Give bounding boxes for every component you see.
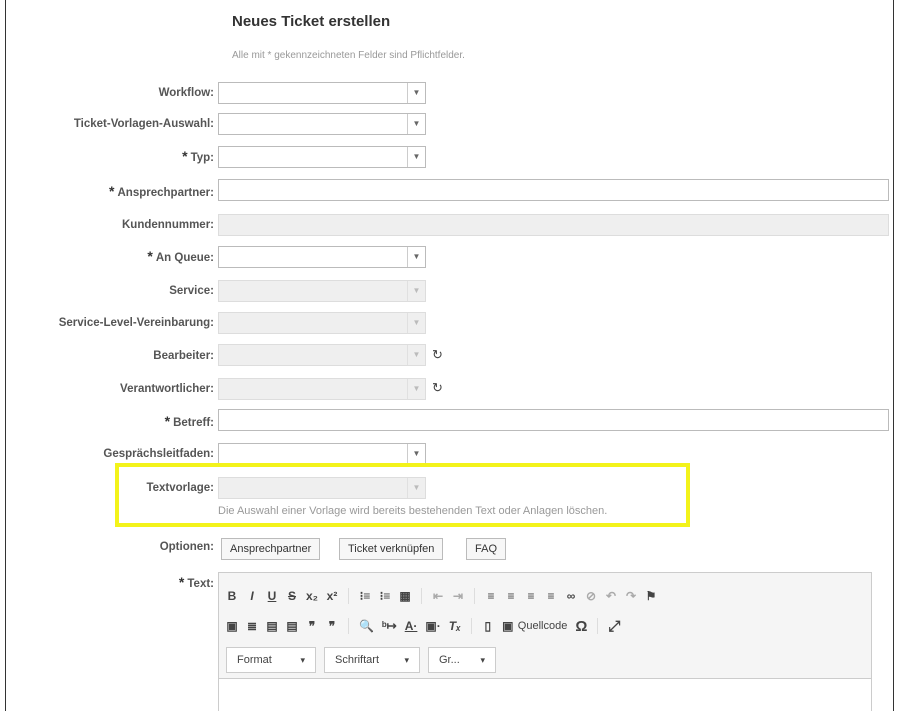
align-right-icon[interactable]: ≡ (525, 589, 537, 603)
guide-select[interactable]: ▼ (218, 443, 426, 465)
required-star: * (147, 248, 153, 264)
refresh-icon[interactable]: ↻ (432, 347, 443, 363)
bold-icon[interactable]: B (226, 589, 238, 603)
label-queue: * An Queue: (147, 248, 214, 264)
faq-button[interactable]: FAQ (466, 538, 507, 560)
label-text-template: Textvorlage: (146, 482, 214, 494)
required-hint: Alle mit * gekennzeichneten Felder sind … (232, 50, 465, 61)
chevron-down-icon: ▼ (407, 345, 425, 365)
table-icon[interactable]: ▦ (399, 589, 411, 603)
customer-number-input (218, 214, 889, 236)
blockquote-icon[interactable]: ❞ (306, 619, 318, 633)
label-workflow: Workflow: (158, 87, 214, 99)
strikethrough-icon[interactable]: S (286, 589, 298, 603)
font-dropdown[interactable]: Schriftart ▾ (324, 647, 420, 673)
text-color-icon[interactable]: A· (405, 619, 418, 633)
label-sla: Service-Level-Vereinbarung: (58, 317, 214, 329)
chevron-down-icon: ▾ (300, 655, 305, 665)
refresh-icon[interactable]: ↻ (432, 380, 443, 396)
italic-icon[interactable]: I (246, 589, 258, 603)
chevron-down-icon: ▼ (407, 83, 425, 103)
superscript-icon[interactable]: x² (326, 589, 338, 603)
text-template-select: ▼ (218, 477, 426, 499)
source-button-label[interactable]: Quellcode (518, 620, 568, 632)
redo-icon[interactable]: ↷ (625, 589, 637, 603)
subscript-icon[interactable]: x₂ (306, 589, 318, 603)
subject-input[interactable] (218, 409, 889, 431)
required-star: * (109, 183, 115, 199)
underline-icon[interactable]: U (266, 589, 278, 603)
maximize-icon[interactable]: ⤢ (608, 618, 620, 635)
image-icon[interactable]: ▣ (226, 619, 238, 633)
required-star: * (182, 148, 188, 164)
workflow-select[interactable]: ▼ (218, 82, 426, 104)
chevron-down-icon: ▼ (407, 147, 425, 167)
template-icon[interactable]: ⚑ (645, 589, 657, 603)
remove-format-icon[interactable]: Tₓ (449, 619, 461, 633)
label-customer-number: Kundennummer: (122, 219, 214, 231)
source-icon[interactable]: ▣ (502, 619, 514, 633)
align-justify-icon[interactable]: ≡ (545, 589, 557, 603)
owner-select: ▼ (218, 344, 426, 366)
chevron-down-icon: ▾ (480, 655, 485, 665)
page-title: Neues Ticket erstellen (232, 13, 391, 30)
chevron-down-icon: ▼ (407, 281, 425, 301)
label-owner: Bearbeiter: (153, 350, 214, 362)
outdent-icon[interactable]: ⇤ (432, 589, 444, 603)
responsible-select: ▼ (218, 378, 426, 400)
chevron-down-icon: ▼ (407, 114, 425, 134)
label-options: Optionen: (159, 541, 214, 553)
label-subject: * Betreff: (164, 413, 214, 429)
replace-icon[interactable]: ᵇ↦ (382, 619, 397, 633)
chevron-down-icon: ▼ (407, 313, 425, 333)
find-icon[interactable]: 🔍 (359, 619, 374, 633)
numbered-list-icon[interactable]: ⁝≡ (359, 589, 371, 603)
queue-select[interactable]: ▼ (218, 246, 426, 268)
unlink-icon[interactable]: ⊘ (585, 589, 597, 603)
background-color-icon[interactable]: ▣· (425, 619, 440, 633)
required-star: * (164, 413, 171, 429)
format-dropdown[interactable]: Format ▾ (226, 647, 316, 673)
size-dropdown[interactable]: Gr... ▾ (428, 647, 496, 673)
label-responsible: Verantwortlicher: (120, 383, 214, 395)
text-template-note: Die Auswahl einer Vorlage wird bereits b… (218, 505, 608, 517)
label-text: * Text: (178, 574, 214, 590)
label-contact: * Ansprechpartner: (109, 183, 214, 199)
label-type: * Typ: (182, 148, 214, 164)
chevron-down-icon: ▼ (407, 478, 425, 498)
label-template-select: Ticket-Vorlagen-Auswahl: (73, 118, 214, 130)
chevron-down-icon: ▼ (407, 444, 425, 464)
paste-text-icon[interactable]: ▤ (266, 619, 278, 633)
type-select[interactable]: ▼ (218, 146, 426, 168)
required-star: * (178, 574, 185, 590)
editor-toolbar-row-2: ▣ ≣ ▤ ▤ ❞ ❞ 🔍 ᵇ↦ A· ▣· Tₓ ▯ ▣ Quellcode … (226, 614, 620, 638)
editor-content-area[interactable] (219, 678, 871, 712)
contact-option-button[interactable]: Ansprechpartner (221, 538, 321, 560)
link-ticket-button[interactable]: Ticket verknüpfen (339, 538, 444, 560)
editor-toolbar-row-1: B I U S x₂ x² ⁝≡ ⁝≡ ▦ ⇤ ⇥ ≡ ≡ ≡ ≡ ∞ ⊘ ↶ … (226, 584, 657, 608)
remove-quote-icon[interactable]: ❞ (326, 619, 338, 633)
sla-select: ▼ (218, 312, 426, 334)
show-blocks-icon[interactable]: ▯ (482, 619, 494, 633)
label-guide: Gesprächsleitfaden: (103, 448, 214, 460)
link-icon[interactable]: ∞ (565, 589, 577, 603)
contact-input[interactable] (218, 179, 889, 201)
special-char-icon[interactable]: Ω (575, 618, 587, 635)
paste-word-icon[interactable]: ▤ (286, 619, 298, 633)
align-center-icon[interactable]: ≡ (505, 589, 517, 603)
horizontal-line-icon[interactable]: ≣ (246, 619, 258, 633)
template-select[interactable]: ▼ (218, 113, 426, 135)
chevron-down-icon: ▾ (404, 655, 409, 665)
label-service: Service: (169, 285, 214, 297)
chevron-down-icon: ▼ (407, 247, 425, 267)
indent-icon[interactable]: ⇥ (452, 589, 464, 603)
service-select: ▼ (218, 280, 426, 302)
undo-icon[interactable]: ↶ (605, 589, 617, 603)
chevron-down-icon: ▼ (407, 379, 425, 399)
bullet-list-icon[interactable]: ⁝≡ (379, 589, 391, 603)
align-left-icon[interactable]: ≡ (485, 589, 497, 603)
